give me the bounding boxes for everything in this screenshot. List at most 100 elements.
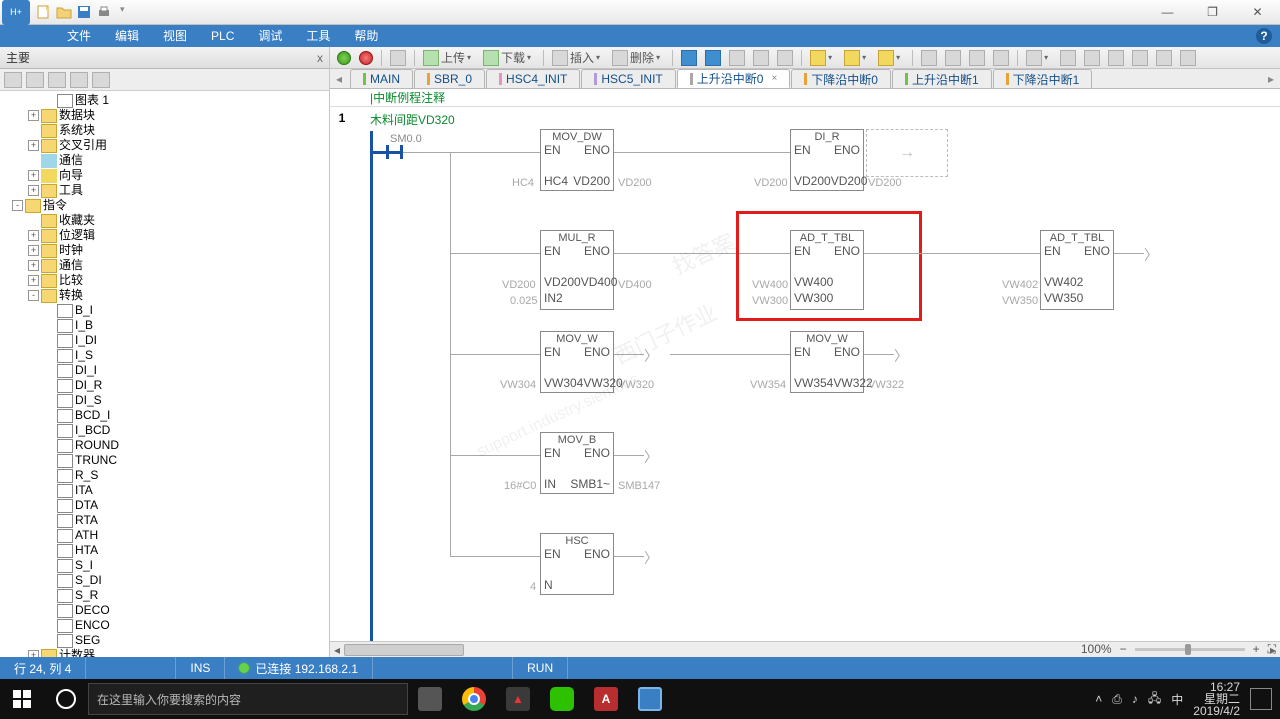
tree-item[interactable]: +通信 <box>0 258 329 273</box>
block-mov-b[interactable]: MOV_B ENENO INSMB1~ <box>540 432 614 494</box>
qat-dropdown-icon[interactable]: ▾ <box>120 4 125 20</box>
panel-close-button[interactable]: x <box>317 51 323 65</box>
search-box[interactable]: 在这里输入你要搜索的内容 <box>88 683 408 715</box>
tb-v6[interactable] <box>1153 49 1175 67</box>
save-icon[interactable] <box>76 4 92 20</box>
wechat-button[interactable] <box>540 679 584 719</box>
tree-item[interactable]: DECO <box>0 603 329 618</box>
tree-item[interactable]: R_S <box>0 468 329 483</box>
tb-c3[interactable]: ▾ <box>875 49 907 67</box>
menu-help[interactable]: 帮助 <box>342 25 390 47</box>
expand-icon[interactable]: - <box>12 200 23 211</box>
tree-item[interactable]: ATH <box>0 528 329 543</box>
maximize-button[interactable]: ❐ <box>1190 0 1235 25</box>
cortana-button[interactable] <box>44 679 88 719</box>
tree-item[interactable]: ROUND <box>0 438 329 453</box>
tree-item[interactable]: B_I <box>0 303 329 318</box>
tree-item[interactable]: ENCO <box>0 618 329 633</box>
panel-tool-1[interactable] <box>4 72 22 88</box>
menu-plc[interactable]: PLC <box>199 25 246 47</box>
tree-item[interactable]: S_DI <box>0 573 329 588</box>
expand-icon[interactable]: + <box>28 170 39 181</box>
tb-x5[interactable] <box>774 49 796 67</box>
expand-icon[interactable]: + <box>28 230 39 241</box>
tree-item[interactable]: +计数器 <box>0 648 329 657</box>
ladder-area[interactable]: 1 木料间距VD320 SM0.0 MOV_DW ENENO HC4VD200 … <box>330 107 1280 641</box>
expand-icon[interactable]: + <box>28 275 39 286</box>
tb-v1[interactable]: ▾ <box>1023 49 1055 67</box>
block-mov-dw[interactable]: MOV_DW ENENO HC4VD200 <box>540 129 614 191</box>
tb-v3[interactable] <box>1081 49 1103 67</box>
notification-button[interactable] <box>1250 688 1272 710</box>
menu-edit[interactable]: 编辑 <box>103 25 151 47</box>
tb-c1[interactable]: ▾ <box>807 49 839 67</box>
tree-item[interactable]: BCD_I <box>0 408 329 423</box>
tray-icon-1[interactable]: ⎙ <box>1112 692 1122 707</box>
run-button[interactable] <box>334 49 354 67</box>
tree-item[interactable]: DI_R <box>0 378 329 393</box>
tb-x1[interactable] <box>678 49 700 67</box>
expand-icon[interactable]: + <box>28 140 39 151</box>
tree-item[interactable]: I_S <box>0 348 329 363</box>
chrome-button[interactable] <box>452 679 496 719</box>
expand-icon[interactable]: + <box>28 245 39 256</box>
network-title[interactable]: 木料间距VD320 <box>370 111 455 128</box>
tab[interactable]: MAIN <box>350 69 413 88</box>
tree-item[interactable]: -转换 <box>0 288 329 303</box>
menu-debug[interactable]: 调试 <box>246 25 294 47</box>
tray-lan-icon[interactable]: 🖧 <box>1148 689 1161 710</box>
tb-x3[interactable] <box>726 49 748 67</box>
tb-x4[interactable] <box>750 49 772 67</box>
tab[interactable]: SBR_0 <box>414 69 485 88</box>
tb-v4[interactable] <box>1105 49 1127 67</box>
tree-item[interactable]: DI_I <box>0 363 329 378</box>
menu-tools[interactable]: 工具 <box>294 25 342 47</box>
download-button[interactable]: 下载▾ <box>480 49 538 67</box>
menu-view[interactable]: 视图 <box>151 25 199 47</box>
zoom-slider[interactable] <box>1135 648 1245 651</box>
tree-item[interactable]: DTA <box>0 498 329 513</box>
plc-app-button[interactable] <box>628 679 672 719</box>
tree-item[interactable]: 系统块 <box>0 123 329 138</box>
tree-item[interactable]: +数据块 <box>0 108 329 123</box>
expand-icon[interactable]: + <box>28 650 39 657</box>
tree-item[interactable]: +工具 <box>0 183 329 198</box>
zoom-handle[interactable] <box>1185 644 1191 655</box>
tb-l4[interactable] <box>990 49 1012 67</box>
tab[interactable]: 上升沿中断1 <box>892 69 992 88</box>
block-mov-w-2[interactable]: MOV_W ENENO VW354VW322 <box>790 331 864 393</box>
expand-icon[interactable]: + <box>28 185 39 196</box>
expand-icon[interactable]: + <box>28 260 39 271</box>
tree-item[interactable]: 图表 1 <box>0 93 329 108</box>
tree-item[interactable]: 收藏夹 <box>0 213 329 228</box>
tb-l1[interactable] <box>918 49 940 67</box>
empty-slot[interactable]: → <box>866 129 948 177</box>
project-tree[interactable]: 图表 1+数据块系统块+交叉引用通信+向导+工具-指令收藏夹+位逻辑+时钟+通信… <box>0 91 329 657</box>
zoom-out-button[interactable]: − <box>1120 642 1127 656</box>
tab[interactable]: HSC4_INIT <box>486 69 580 88</box>
scroll-left[interactable]: ◂ <box>330 642 344 657</box>
tree-item[interactable]: I_B <box>0 318 329 333</box>
delete-button[interactable]: 删除▾ <box>609 49 667 67</box>
tb-l2[interactable] <box>942 49 964 67</box>
minimize-button[interactable]: — <box>1145 0 1190 25</box>
block-mul-r[interactable]: MUL_R ENENO VD200VD400 IN2 <box>540 230 614 310</box>
tree-item[interactable]: +向导 <box>0 168 329 183</box>
tray-ime[interactable]: 中 <box>1171 691 1183 708</box>
start-button[interactable] <box>0 679 44 719</box>
tab[interactable]: 下降沿中断1 <box>993 69 1093 88</box>
panel-tool-3[interactable] <box>48 72 66 88</box>
tree-item[interactable]: +时钟 <box>0 243 329 258</box>
comment-row[interactable]: | 中断例程注释 <box>330 89 1280 107</box>
open-icon[interactable] <box>56 4 72 20</box>
tray-expand[interactable]: ˄ <box>1095 692 1102 706</box>
tb-v5[interactable] <box>1129 49 1151 67</box>
block-hsc[interactable]: HSC ENENO N <box>540 533 614 595</box>
tree-item[interactable]: ITA <box>0 483 329 498</box>
block-mov-w-1[interactable]: MOV_W ENENO VW304VW320 <box>540 331 614 393</box>
close-button[interactable]: ✕ <box>1235 0 1280 25</box>
tree-item[interactable]: -指令 <box>0 198 329 213</box>
panel-tool-5[interactable] <box>92 72 110 88</box>
fit-page-button[interactable]: ⛶ <box>1268 642 1276 657</box>
tree-item[interactable]: +交叉引用 <box>0 138 329 153</box>
